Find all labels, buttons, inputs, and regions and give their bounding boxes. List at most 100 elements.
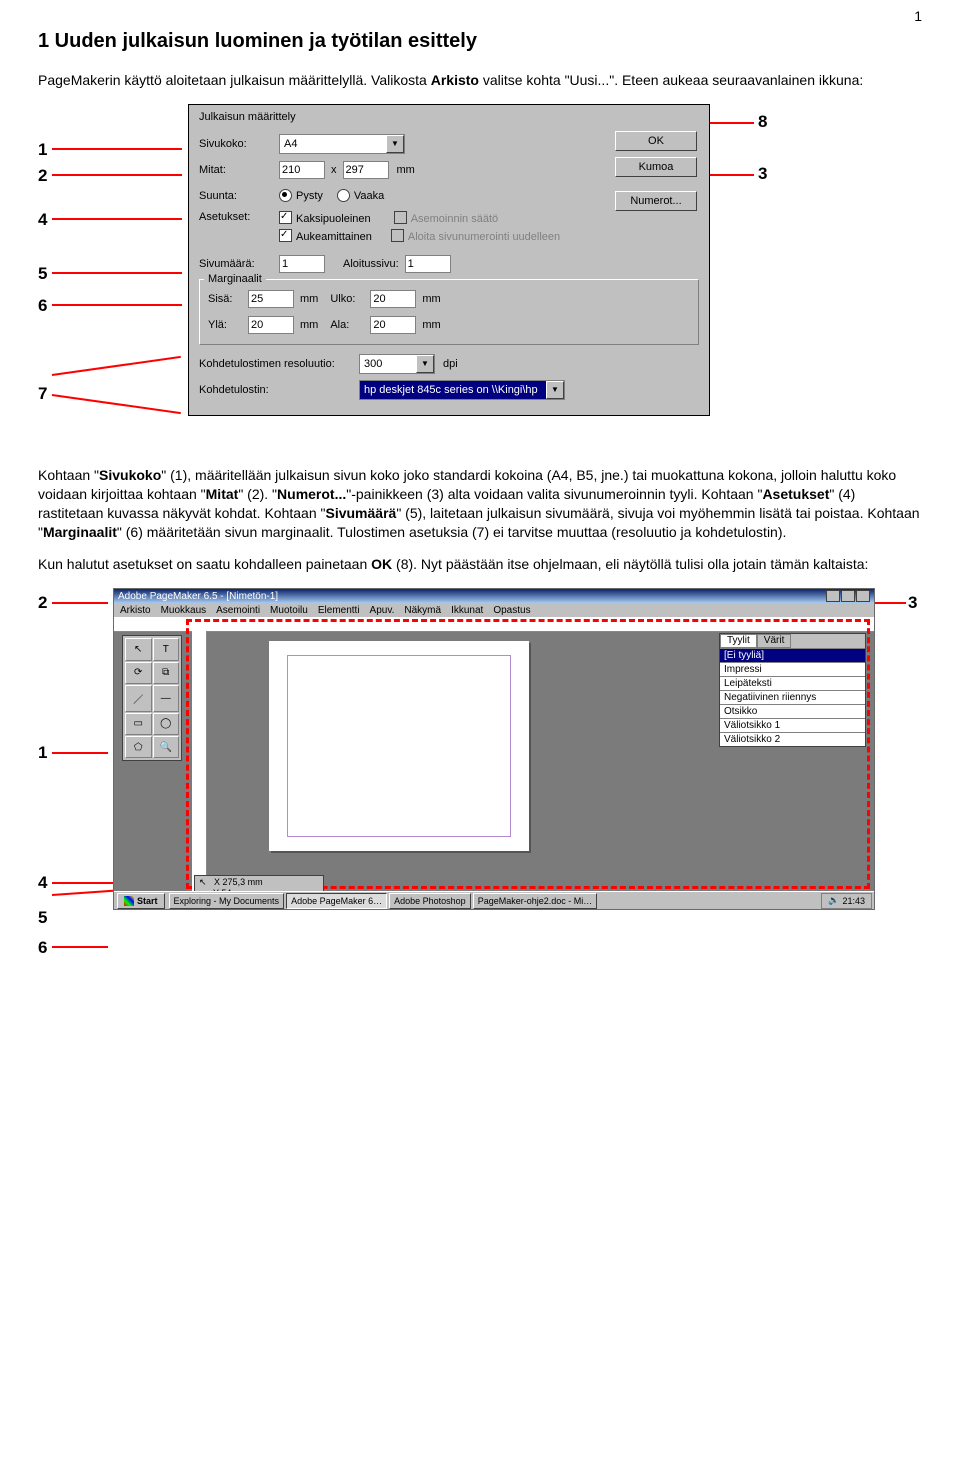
aukeam-label: Aukeamittainen — [296, 231, 372, 243]
yla-input[interactable] — [248, 316, 294, 334]
windows-icon — [124, 896, 134, 906]
coord-x: X 275,3 mm — [214, 877, 263, 887]
polygon-tool-icon[interactable]: ⬠ — [125, 736, 152, 758]
menu-bar[interactable]: Arkisto Muokkaus Asemointi Muotoilu Elem… — [114, 603, 874, 617]
mitat-unit: mm — [397, 164, 415, 176]
style-item[interactable]: Negatiivinen riiennys — [720, 690, 865, 704]
pysty-radio[interactable] — [279, 189, 292, 202]
canvas[interactable] — [209, 637, 609, 857]
menu-arkisto[interactable]: Arkisto — [120, 605, 151, 616]
taskbar[interactable]: Start Exploring - My Documents Adobe Pag… — [114, 891, 874, 909]
pointer-tool-icon[interactable]: ↖ — [125, 638, 152, 660]
crop-tool-icon[interactable]: ⧉ — [153, 662, 180, 684]
julkaisun-maarittely-dialog: Julkaisun määrittely OK Kumoa Numerot...… — [188, 104, 710, 416]
page-margins — [287, 655, 511, 837]
task-explorer[interactable]: Exploring - My Documents — [169, 893, 285, 909]
asem-check[interactable] — [394, 211, 407, 224]
sivukoko-dropdown[interactable]: A4 ▼ — [279, 134, 405, 154]
menu-muokkaus[interactable]: Muokkaus — [161, 605, 207, 616]
anno-2: 2 — [38, 166, 47, 186]
mm-4: mm — [422, 319, 440, 331]
anno-6: 6 — [38, 296, 47, 316]
para1-e: . Eteen aukeaa seuraavanlainen ikkuna: — [614, 72, 863, 88]
style-item[interactable]: Otsikko — [720, 704, 865, 718]
document-page[interactable] — [269, 641, 529, 851]
menu-elementti[interactable]: Elementti — [318, 605, 360, 616]
anno-7: 7 — [38, 384, 47, 404]
ellipse-tool-icon[interactable]: ◯ — [153, 713, 180, 735]
kaksip-check[interactable] — [279, 211, 292, 224]
maximize-icon[interactable] — [841, 590, 855, 602]
anno2-6: 6 — [38, 938, 47, 958]
style-item[interactable]: Leipäteksti — [720, 676, 865, 690]
sivukoko-label: Sivukoko: — [199, 138, 279, 150]
tab-tyylit[interactable]: Tyylit — [720, 634, 757, 648]
ok-button[interactable]: OK — [615, 131, 697, 151]
kohdetulostin-label: Kohdetulostin: — [199, 384, 359, 396]
start-button[interactable]: Start — [117, 893, 165, 909]
aloitussivu-input[interactable] — [405, 255, 451, 273]
start-label: Start — [137, 896, 158, 906]
ala-label: Ala: — [330, 319, 370, 331]
style-item[interactable]: Väliotsikko 2 — [720, 732, 865, 746]
suunta-label: Suunta: — [199, 190, 279, 202]
anno2-3: 3 — [908, 593, 917, 613]
sisa-input[interactable] — [248, 290, 294, 308]
styles-palette[interactable]: Tyylit Värit [Ei tyyliä] Impressi Leipät… — [719, 633, 866, 747]
menu-muotoilu[interactable]: Muotoilu — [270, 605, 308, 616]
anno2-2: 2 — [38, 593, 47, 613]
window-title: Adobe PageMaker 6.5 - [Nimetön-1] — [118, 591, 278, 602]
aloitanum-check[interactable] — [391, 229, 404, 242]
ulko-input[interactable] — [370, 290, 416, 308]
tray-icon[interactable]: 🔊 — [828, 895, 839, 906]
system-tray[interactable]: 🔊 21:43 — [821, 893, 872, 909]
mitat-height-input[interactable] — [343, 161, 389, 179]
menu-opastus[interactable]: Opastus — [493, 605, 530, 616]
rect-tool-icon[interactable]: ▭ — [125, 713, 152, 735]
kohdetulostin-dropdown[interactable]: hp deskjet 845c series on \\Kingi\hp ▼ — [359, 380, 565, 400]
mitat-width-input[interactable] — [279, 161, 325, 179]
page-number: 1 — [914, 8, 922, 24]
para1-b: Arkisto — [431, 72, 479, 88]
aloitanum-label: Aloita sivunumerointi uudelleen — [408, 231, 560, 243]
para-3: Kun halutut asetukset on saatu kohdallee… — [38, 555, 922, 574]
rotate-tool-icon[interactable]: ⟳ — [125, 662, 152, 684]
anno2-5: 5 — [38, 908, 47, 928]
para1-d: "Uusi..." — [565, 72, 615, 88]
ala-input[interactable] — [370, 316, 416, 334]
sisa-label: Sisä: — [208, 293, 248, 305]
pagemaker-screenshot: 2 3 1 4 5 6 Adobe PageMaker 6.5 - [Nimet… — [38, 588, 922, 958]
numerot-button[interactable]: Numerot... — [615, 191, 697, 211]
aloitussivu-label: Aloitussivu: — [343, 258, 399, 270]
close-icon[interactable] — [856, 590, 870, 602]
window-titlebar[interactable]: Adobe PageMaker 6.5 - [Nimetön-1] — [114, 589, 874, 603]
line-tool-icon[interactable]: ／ — [125, 685, 152, 711]
resoluutio-value: 300 — [364, 358, 382, 370]
minimize-icon[interactable] — [826, 590, 840, 602]
menu-ikkunat[interactable]: Ikkunat — [451, 605, 483, 616]
zoom-tool-icon[interactable]: 🔍 — [153, 736, 180, 758]
style-item[interactable]: Impressi — [720, 662, 865, 676]
tool-palette[interactable]: ↖ T ⟳ ⧉ ／ — ▭ ◯ ⬠ 🔍 — [122, 635, 182, 761]
style-item[interactable]: Väliotsikko 1 — [720, 718, 865, 732]
menu-apuv[interactable]: Apuv. — [370, 605, 395, 616]
aukeam-check[interactable] — [279, 229, 292, 242]
resoluutio-dropdown[interactable]: 300 ▼ — [359, 354, 435, 374]
sivumaara-input[interactable] — [279, 255, 325, 273]
task-photoshop[interactable]: Adobe Photoshop — [389, 893, 471, 909]
constrained-line-tool-icon[interactable]: — — [153, 685, 180, 711]
kumoa-button[interactable]: Kumoa — [615, 157, 697, 177]
dialog-title: Julkaisun määrittely — [189, 105, 709, 127]
text-tool-icon[interactable]: T — [153, 638, 180, 660]
style-item[interactable]: [Ei tyyliä] — [720, 648, 865, 662]
marginaalit-group: Marginaalit Sisä: mm Ulko: mm Ylä: mm Al… — [199, 279, 699, 345]
vaaka-radio[interactable] — [337, 189, 350, 202]
yla-label: Ylä: — [208, 319, 248, 331]
menu-nakyma[interactable]: Näkymä — [404, 605, 441, 616]
asetukset-label: Asetukset: — [199, 211, 279, 223]
menu-asemointi[interactable]: Asemointi — [216, 605, 260, 616]
task-pagemaker[interactable]: Adobe PageMaker 6… — [286, 893, 387, 909]
task-document[interactable]: PageMaker-ohje2.doc - Mi… — [473, 893, 598, 909]
tab-varit[interactable]: Värit — [757, 634, 792, 648]
ulko-label: Ulko: — [330, 293, 370, 305]
